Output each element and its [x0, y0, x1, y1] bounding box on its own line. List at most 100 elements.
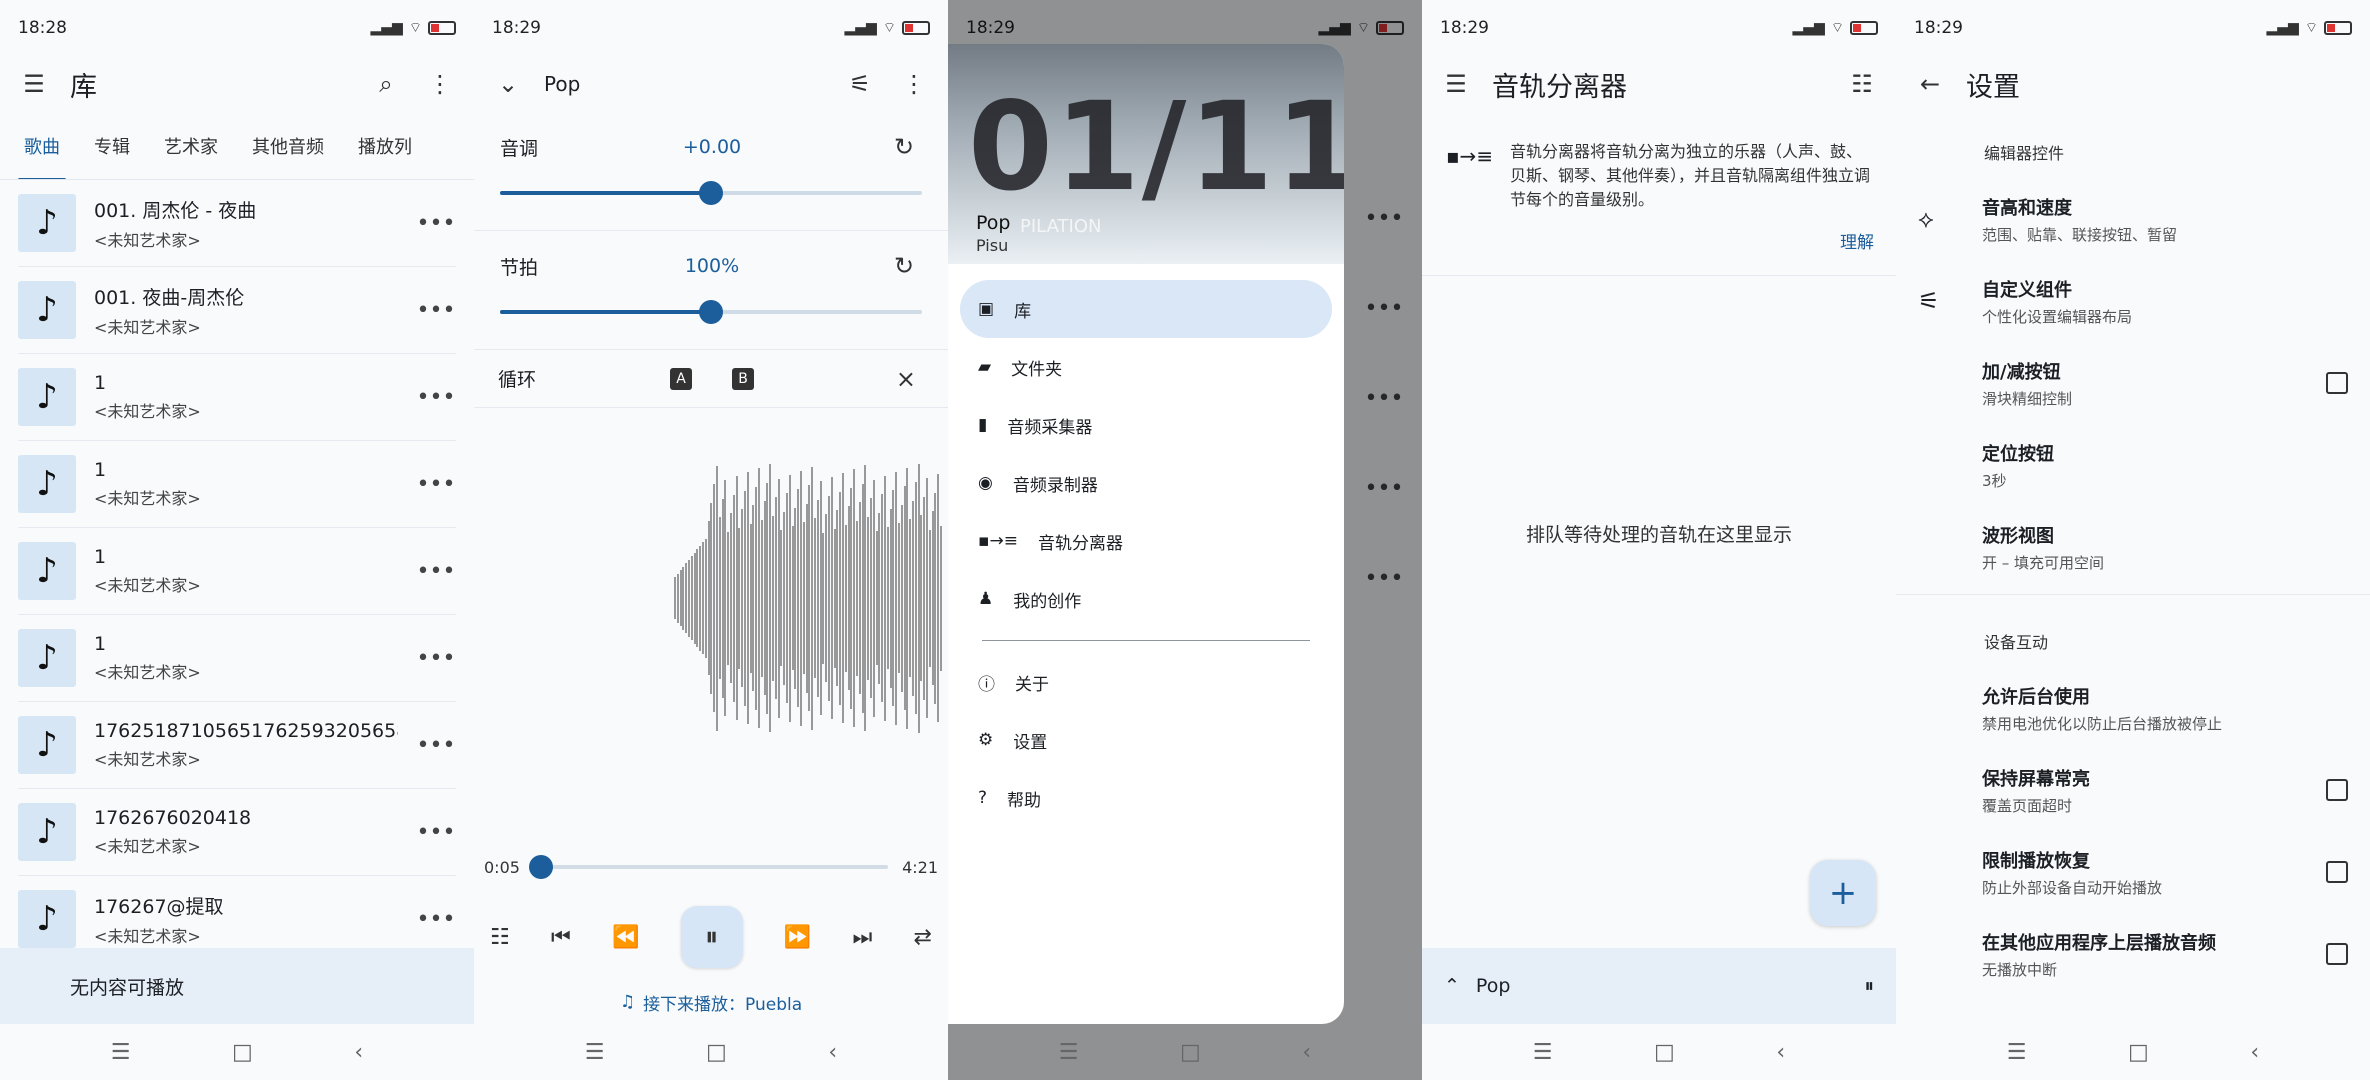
home-icon[interactable]: □ [1654, 1040, 1675, 1065]
loop-a-button[interactable]: A [670, 367, 692, 390]
pitch-slider-thumb[interactable] [699, 181, 723, 205]
menu-library[interactable]: ▣ 库 [960, 280, 1332, 338]
chevron-up-icon[interactable]: ⌃ [1444, 975, 1460, 997]
up-next[interactable]: ♫ 接下来播放：Puebla [474, 980, 948, 1024]
reset-icon[interactable]: ↻ [886, 129, 922, 165]
more-horizontal-icon[interactable]: ••• [416, 820, 456, 845]
menu-icon[interactable]: ☰ [1438, 66, 1474, 102]
setting-background-use[interactable]: 允许后台使用 禁用电池优化以防止后台播放被停止 [1896, 667, 2370, 749]
progress-slider[interactable] [529, 852, 889, 882]
tempo-slider-thumb[interactable] [699, 300, 723, 324]
menu-creations[interactable]: ♟ 我的创作 [960, 570, 1332, 628]
menu-icon[interactable]: ☰ [16, 66, 52, 102]
setting-waveform-view[interactable]: 波形视图开 – 填充可用空间 [1896, 506, 2370, 588]
more-horizontal-icon[interactable]: ••• [416, 472, 456, 497]
setting-pitch-speed[interactable]: ⟡ 音高和速度 范围、贴靠、联接按钮、暂留 [1896, 178, 2370, 260]
skip-next-icon[interactable]: ⏭ [852, 925, 872, 950]
queue-icon[interactable]: ☷ [1844, 66, 1880, 102]
checkbox[interactable] [2326, 943, 2348, 965]
back-icon[interactable]: ‹ [828, 1040, 837, 1065]
setting-position-button[interactable]: 定位按钮 3秒 [1896, 424, 2370, 506]
song-row[interactable]: ♪ 1 <未知艺术家> ••• [18, 528, 456, 615]
chevron-down-icon[interactable]: ⌄ [490, 66, 526, 102]
more-horizontal-icon[interactable]: ••• [416, 646, 456, 671]
close-icon[interactable]: × [888, 361, 924, 397]
checkbox[interactable] [2326, 372, 2348, 394]
more-vert-icon[interactable]: ⋮ [422, 66, 458, 102]
tab-albums[interactable]: 专辑 [94, 133, 130, 159]
home-icon[interactable]: □ [706, 1040, 727, 1065]
music-note-icon: ♪ [18, 890, 76, 948]
back-icon[interactable]: ‹ [1776, 1040, 1785, 1065]
menu-audio-recorder[interactable]: ◉ 音频录制器 [960, 454, 1332, 512]
setting-keep-screen-on[interactable]: 保持屏幕常亮 覆盖页面超时 [1896, 749, 2370, 831]
search-icon[interactable]: ⌕ [368, 66, 404, 102]
song-row[interactable]: ♪ 1 <未知艺术家> ••• [18, 354, 456, 441]
song-text: 176267@提取 <未知艺术家> [94, 892, 398, 947]
back-icon[interactable]: ‹ [1302, 1040, 1311, 1065]
loop-b-button[interactable]: B [732, 367, 754, 390]
more-horizontal-icon[interactable]: ••• [416, 211, 456, 236]
reset-icon[interactable]: ↻ [886, 248, 922, 284]
recent-apps-icon[interactable]: ☰ [1533, 1040, 1553, 1065]
menu-folders[interactable]: ▰ 文件夹 [960, 338, 1332, 396]
pause-button[interactable]: ⏸ [680, 906, 743, 968]
setting-play-over-apps[interactable]: 在其他应用程序上层播放音频 无播放中断 [1896, 913, 2370, 995]
more-vert-icon[interactable]: ⋮ [896, 66, 932, 102]
song-row[interactable]: ♪ 17625187105651762593205658 <未知艺术家> ••• [18, 702, 456, 789]
more-horizontal-icon[interactable]: ••• [416, 298, 456, 323]
menu-settings[interactable]: ⚙ 设置 [960, 711, 1332, 769]
waveform[interactable] [474, 408, 948, 788]
equalizer-icon[interactable]: ⚟ [842, 66, 878, 102]
mini-player[interactable]: 无内容可播放 [0, 948, 474, 1024]
rewind-icon[interactable]: ⏪ [612, 925, 639, 950]
skip-previous-icon[interactable]: ⏮ [551, 925, 571, 950]
more-horizontal-icon[interactable]: ••• [416, 733, 456, 758]
menu-about[interactable]: ⓘ 关于 [960, 653, 1332, 711]
recent-apps-icon[interactable]: ☰ [1059, 1040, 1079, 1065]
waveform-bar [786, 493, 788, 703]
setting-custom-components[interactable]: ⚟ 自定义组件 个性化设置编辑器布局 [1896, 260, 2370, 342]
menu-track-separator[interactable]: ▪→≡ 音轨分离器 [960, 512, 1332, 570]
song-row[interactable]: ♪ 1762676020418 <未知艺术家> ••• [18, 789, 456, 876]
more-horizontal-icon[interactable]: ••• [416, 559, 456, 584]
home-icon[interactable]: □ [232, 1040, 253, 1065]
home-icon[interactable]: □ [2128, 1040, 2149, 1065]
song-row[interactable]: ♪ 1 <未知艺术家> ••• [18, 615, 456, 702]
more-horizontal-icon[interactable]: ••• [416, 907, 456, 932]
checkbox[interactable] [2326, 779, 2348, 801]
add-track-button[interactable]: + [1810, 860, 1876, 926]
tab-artists[interactable]: 艺术家 [164, 133, 218, 159]
tab-songs[interactable]: 歌曲 [18, 133, 66, 179]
song-row[interactable]: ♪ 001. 夜曲-周杰伦 <未知艺术家> ••• [18, 267, 456, 354]
tab-playlists[interactable]: 播放列 [358, 133, 412, 159]
back-icon[interactable]: ‹ [354, 1040, 363, 1065]
repeat-icon[interactable]: ⇄ [913, 925, 931, 950]
queue-icon[interactable]: ☷ [490, 925, 510, 950]
duration: 4:21 [902, 857, 938, 877]
tab-other-audio[interactable]: 其他音频 [252, 133, 324, 159]
fast-forward-icon[interactable]: ⏩ [784, 925, 811, 950]
progress-thumb[interactable] [529, 855, 554, 879]
recent-apps-icon[interactable]: ☰ [111, 1040, 131, 1065]
back-arrow-icon[interactable]: ← [1912, 66, 1948, 102]
song-row[interactable]: ♪ 1 <未知艺术家> ••• [18, 441, 456, 528]
group-title: 编辑器控件 [1984, 144, 2065, 163]
recent-apps-icon[interactable]: ☰ [2007, 1040, 2027, 1065]
back-icon[interactable]: ‹ [2250, 1040, 2259, 1065]
tempo-slider[interactable] [500, 297, 922, 327]
setting-limit-resume[interactable]: 限制播放恢复 防止外部设备自动开始播放 [1896, 831, 2370, 913]
pitch-slider[interactable] [500, 178, 922, 208]
recent-apps-icon[interactable]: ☰ [585, 1040, 605, 1065]
menu-audio-collector[interactable]: ▮ 音频采集器 [960, 396, 1332, 454]
home-icon[interactable]: □ [1180, 1040, 1201, 1065]
menu-help[interactable]: ? 帮助 [960, 769, 1332, 827]
waveform-bar [872, 479, 875, 717]
setting-plus-minus-buttons[interactable]: 加/减按钮 滑块精细控制 [1896, 342, 2370, 424]
checkbox[interactable] [2326, 861, 2348, 883]
mini-player[interactable]: ⌃ Pop ⏸ [1422, 948, 1896, 1024]
understand-button[interactable]: 理解 [1444, 228, 1874, 253]
pause-icon[interactable]: ⏸ [1864, 975, 1874, 997]
song-row[interactable]: ♪ 001. 周杰伦 - 夜曲 <未知艺术家> ••• [18, 180, 456, 267]
more-horizontal-icon[interactable]: ••• [416, 385, 456, 410]
